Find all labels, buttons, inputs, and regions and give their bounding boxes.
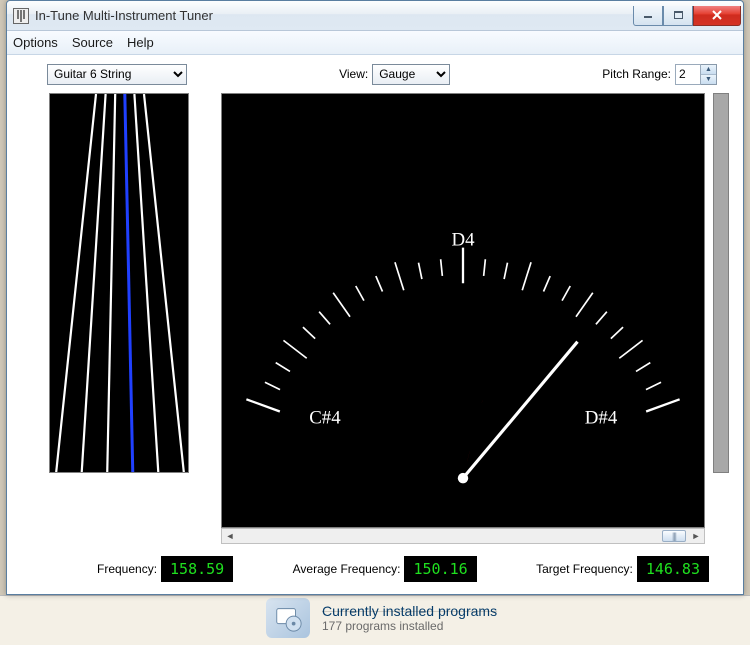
- pitch-range-label: Pitch Range:: [602, 67, 671, 81]
- gauge-scrollbar-h[interactable]: ◄ ||| ►: [221, 528, 705, 544]
- maximize-button[interactable]: [663, 6, 693, 26]
- scroll-left-icon[interactable]: ◄: [222, 529, 238, 543]
- spinner-down-icon[interactable]: ▼: [701, 75, 716, 84]
- gauge-note-left: C#4: [309, 408, 341, 429]
- gauge-pivot-icon: [458, 473, 468, 483]
- minimize-button[interactable]: [633, 6, 663, 26]
- background-heading: Currently installed programs: [322, 603, 497, 619]
- background-control-panel-item: Currently installed programs 177 program…: [266, 598, 497, 638]
- menu-source[interactable]: Source: [72, 35, 113, 50]
- menu-options[interactable]: Options: [13, 35, 58, 50]
- frequency-readouts: Frequency: 158.59 Average Frequency: 150…: [7, 544, 743, 594]
- strings-visualizer[interactable]: [49, 93, 189, 473]
- frequency-value: 158.59: [161, 556, 233, 582]
- menu-help[interactable]: Help: [127, 35, 154, 50]
- view-select[interactable]: Gauge: [372, 64, 450, 85]
- app-icon: [13, 8, 29, 24]
- controls-row: Guitar 6 String View: Gauge Pitch Range:…: [7, 55, 743, 93]
- pitch-range-spinner[interactable]: ▲ ▼: [675, 64, 717, 85]
- view-label: View:: [339, 67, 368, 81]
- background-subtitle: 177 programs installed: [322, 619, 497, 633]
- spinner-up-icon[interactable]: ▲: [701, 65, 716, 75]
- window-title: In-Tune Multi-Instrument Tuner: [35, 8, 633, 23]
- gauge-display[interactable]: C#4 D4 D#4: [221, 93, 705, 528]
- title-bar[interactable]: In-Tune Multi-Instrument Tuner: [7, 1, 743, 31]
- close-button[interactable]: [693, 6, 741, 26]
- gauge-needle-current: [461, 275, 513, 485]
- tuner-app-window: In-Tune Multi-Instrument Tuner Options S…: [6, 0, 744, 595]
- scroll-right-icon[interactable]: ►: [688, 529, 704, 543]
- main-content: C#4 D4 D#4 ◄ ||| ►: [7, 93, 743, 544]
- gauge-needle-target: [463, 342, 578, 478]
- instrument-select[interactable]: Guitar 6 String: [47, 64, 187, 85]
- frequency-label: Frequency:: [97, 562, 157, 576]
- level-meter[interactable]: [713, 93, 729, 473]
- scrollbar-thumb[interactable]: |||: [662, 530, 686, 542]
- programs-icon: [266, 598, 310, 638]
- gauge-note-center: D4: [451, 230, 475, 251]
- pitch-range-input[interactable]: [675, 64, 701, 85]
- menu-bar: Options Source Help: [7, 31, 743, 55]
- target-frequency-value: 146.83: [637, 556, 709, 582]
- avg-frequency-value: 150.16: [404, 556, 476, 582]
- avg-frequency-label: Average Frequency:: [293, 562, 401, 576]
- target-frequency-label: Target Frequency:: [536, 562, 633, 576]
- gauge-note-right: D#4: [585, 408, 618, 429]
